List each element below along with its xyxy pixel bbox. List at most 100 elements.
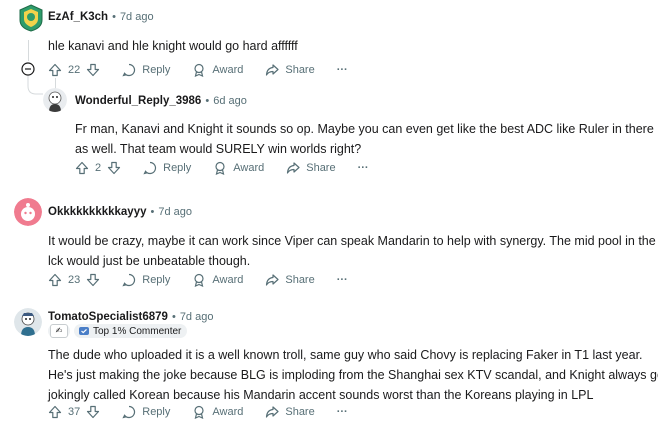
- reply-icon: [122, 63, 136, 77]
- comment-actions: 23 Reply Award Share ···: [48, 270, 348, 290]
- reply-icon: [143, 161, 157, 175]
- comment-body-line: lck would just be unbeatable though.: [48, 254, 251, 268]
- comment-actions: 22 Reply Award Share ···: [48, 60, 348, 80]
- username[interactable]: Wonderful_Reply_3986: [75, 95, 201, 107]
- award-button[interactable]: Award: [213, 161, 264, 175]
- award-button[interactable]: Award: [192, 405, 243, 419]
- award-icon: [215, 161, 225, 175]
- flair-emoji-icon: ✍: [50, 324, 68, 338]
- timestamp[interactable]: 7d ago: [158, 206, 192, 218]
- vote-group: 2: [75, 161, 121, 175]
- vote-group: 22: [48, 63, 100, 77]
- share-button[interactable]: Share: [286, 161, 336, 175]
- flair-emoji-badge: ✍: [48, 324, 70, 338]
- reply-button[interactable]: Reply: [122, 63, 170, 77]
- reply-label: Reply: [163, 162, 192, 174]
- comment-body-line: It would be crazy, maybe it can work sin…: [48, 234, 656, 248]
- award-icon: [194, 273, 204, 287]
- share-label: Share: [285, 64, 315, 76]
- reply-button[interactable]: Reply: [122, 273, 170, 287]
- downvote-icon[interactable]: [86, 273, 100, 287]
- user-flair-row: ✍ Top 1% Commenter: [48, 324, 188, 338]
- timestamp[interactable]: 7d ago: [120, 11, 154, 23]
- reply-button[interactable]: Reply: [143, 161, 191, 175]
- award-icon: [194, 63, 204, 77]
- separator: •: [171, 311, 176, 323]
- collapse-button[interactable]: [21, 62, 35, 76]
- reply-label: Reply: [142, 406, 171, 418]
- comment-body-line: The dude who uploaded it is a well known…: [48, 348, 643, 362]
- timestamp[interactable]: 6d ago: [213, 95, 247, 107]
- share-icon: [266, 274, 279, 286]
- more-icon: ···: [357, 162, 369, 174]
- reply-label: Reply: [142, 274, 171, 286]
- more-options-button[interactable]: ···: [358, 162, 369, 174]
- reply-icon: [122, 405, 136, 419]
- upvote-icon[interactable]: [48, 405, 62, 419]
- more-options-button[interactable]: ···: [337, 406, 348, 418]
- thread-line: [28, 40, 29, 61]
- share-label: Share: [306, 162, 336, 174]
- share-button[interactable]: Share: [265, 63, 315, 77]
- username[interactable]: EzAf_K3ch: [48, 11, 108, 23]
- share-button[interactable]: Share: [265, 405, 315, 419]
- username[interactable]: TomatoSpecialist6879: [48, 311, 168, 323]
- vote-count: 37: [68, 406, 81, 418]
- comment-actions: 2 Reply Award Share ···: [75, 158, 369, 178]
- downvote-icon[interactable]: [86, 63, 100, 77]
- upvote-icon[interactable]: [75, 161, 89, 175]
- share-icon: [287, 162, 300, 174]
- comment-header: TomatoSpecialist6879 • 7d ago: [48, 311, 213, 323]
- comment-body: Fr man, Kanavi and Knight it sounds so o…: [75, 119, 654, 159]
- separator: •: [150, 206, 155, 218]
- award-button[interactable]: Award: [192, 273, 243, 287]
- username[interactable]: Okkkkkkkkkkayyy: [48, 206, 147, 218]
- award-icon: [194, 405, 204, 419]
- share-icon: [266, 64, 279, 76]
- vote-count: 2: [95, 162, 102, 174]
- avatar[interactable]: [18, 4, 44, 32]
- more-icon: ···: [336, 64, 348, 76]
- award-label: Award: [233, 162, 265, 174]
- share-label: Share: [285, 274, 315, 286]
- award-label: Award: [212, 64, 244, 76]
- downvote-icon[interactable]: [86, 405, 100, 419]
- more-icon: ···: [336, 274, 348, 286]
- award-label: Award: [212, 274, 244, 286]
- more-options-button[interactable]: ···: [337, 274, 348, 286]
- comment-body-line: as well. That team would SURELY win worl…: [75, 142, 362, 156]
- award-button[interactable]: Award: [192, 63, 243, 77]
- top-commenter-badge: Top 1% Commenter: [74, 324, 188, 338]
- award-label: Award: [212, 406, 244, 418]
- upvote-icon[interactable]: [48, 273, 62, 287]
- reply-label: Reply: [142, 64, 171, 76]
- comment-header: EzAf_K3ch • 7d ago: [48, 11, 154, 23]
- comment-header: Wonderful_Reply_3986 • 6d ago: [75, 95, 247, 107]
- vote-count: 23: [68, 274, 81, 286]
- more-icon: ···: [336, 406, 348, 418]
- reply-icon: [122, 273, 136, 287]
- avatar[interactable]: [43, 88, 67, 112]
- separator: •: [112, 11, 116, 23]
- separator: •: [205, 95, 210, 107]
- share-icon: [266, 406, 279, 418]
- share-label: Share: [285, 406, 315, 418]
- timestamp[interactable]: 7d ago: [180, 311, 214, 323]
- upvote-icon[interactable]: [48, 63, 62, 77]
- vote-count: 22: [68, 64, 81, 76]
- avatar[interactable]: [14, 198, 42, 226]
- comment-body: The dude who uploaded it is a well known…: [48, 345, 658, 405]
- more-options-button[interactable]: ···: [337, 64, 348, 76]
- reply-button[interactable]: Reply: [122, 405, 170, 419]
- comment-body-line: He's just making the joke because BLG is…: [48, 368, 658, 382]
- share-button[interactable]: Share: [265, 273, 315, 287]
- downvote-icon[interactable]: [107, 161, 121, 175]
- avatar[interactable]: [14, 308, 42, 336]
- badge-icon: [79, 327, 89, 335]
- collapse-icon: [21, 62, 35, 76]
- comment-body: It would be crazy, maybe it can work sin…: [48, 231, 656, 271]
- comment-body-line: Fr man, Kanavi and Knight it sounds so o…: [75, 122, 654, 136]
- vote-group: 23: [48, 273, 100, 287]
- comment-header: Okkkkkkkkkkayyy • 7d ago: [48, 206, 192, 218]
- comment-actions: 37 Reply Award Share ···: [48, 402, 348, 422]
